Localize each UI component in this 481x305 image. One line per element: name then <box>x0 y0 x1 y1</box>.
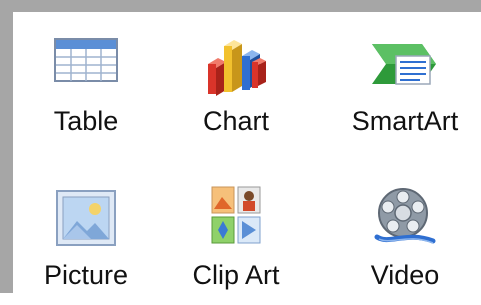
table-label: Table <box>53 106 119 136</box>
insert-picture-button[interactable]: Picture <box>16 185 156 305</box>
insert-clip-art-button[interactable]: Clip Art <box>166 185 306 305</box>
video-label: Video <box>370 260 440 290</box>
picture-label: Picture <box>43 260 129 290</box>
panel-left-border <box>0 0 13 293</box>
insert-gallery-panel: Table Chart SmartArt Picture Clip Art Vi… <box>0 0 481 293</box>
insert-video-button[interactable]: Video <box>335 185 475 305</box>
chart-icon <box>202 36 270 103</box>
insert-chart-button[interactable]: Chart <box>166 28 306 148</box>
clip-art-icon <box>210 185 262 250</box>
picture-icon <box>55 189 117 252</box>
chart-label: Chart <box>202 106 270 136</box>
clip-art-label: Clip Art <box>192 260 280 290</box>
video-icon <box>373 185 437 252</box>
smartart-icon <box>370 40 440 95</box>
smartart-label: SmartArt <box>351 106 459 136</box>
panel-top-border <box>0 0 481 12</box>
insert-smartart-button[interactable]: SmartArt <box>335 28 475 148</box>
table-icon <box>54 38 118 87</box>
insert-table-button[interactable]: Table <box>16 28 156 148</box>
